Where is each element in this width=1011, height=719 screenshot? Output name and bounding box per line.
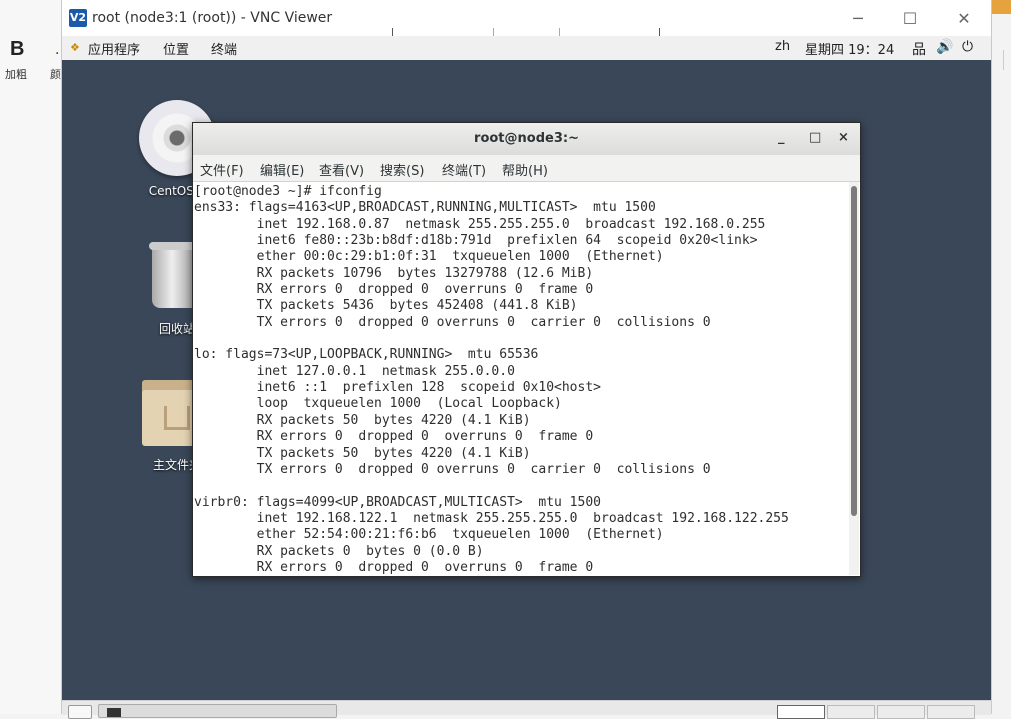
- host-divider: [1003, 50, 1004, 70]
- vnc-window-title: root (node3:1 (root)) - VNC Viewer: [92, 10, 333, 26]
- host-partial-button[interactable]: .: [55, 42, 59, 58]
- places-menu[interactable]: 位置: [163, 39, 189, 58]
- gnome-bottom-bar: [62, 700, 991, 719]
- gnome-top-bar: ❖ 应用程序 位置 终端 zh 星期四 19：24 品 🔊 ⏻: [62, 36, 991, 61]
- terminal-menubar: 文件(F) 编辑(E) 查看(V) 搜索(S) 终端(T) 帮助(H): [193, 155, 860, 182]
- power-icon[interactable]: ⏻: [962, 39, 973, 55]
- terminal-titlebar[interactable]: root@node3:~ _ □ ×: [193, 123, 860, 156]
- vnc-viewer-window: V2 root (node3:1 (root)) - VNC Viewer ─ …: [61, 0, 992, 719]
- terminal-maximize-button[interactable]: □: [809, 130, 821, 145]
- vnc-minimize-button[interactable]: ─: [836, 6, 880, 30]
- menu-file[interactable]: 文件(F): [200, 160, 244, 179]
- menu-view[interactable]: 查看(V): [319, 160, 364, 179]
- network-icon[interactable]: 品: [912, 39, 926, 59]
- terminal-output[interactable]: [root@node3 ~]# ifconfig ens33: flags=41…: [193, 182, 848, 575]
- input-language-indicator[interactable]: zh: [775, 39, 790, 54]
- minimize-icon: ─: [853, 8, 863, 28]
- bold-label: 加粗: [5, 68, 27, 81]
- host-app-strip: B 加粗 . 颜: [0, 0, 61, 714]
- scrollbar-thumb[interactable]: [851, 186, 857, 516]
- terminal-title: root@node3:~: [474, 131, 579, 146]
- menu-search[interactable]: 搜索(S): [380, 160, 424, 179]
- terminal-close-button[interactable]: ×: [838, 130, 849, 145]
- vnc-logo-icon: V2: [69, 9, 87, 27]
- terminal-menu[interactable]: 终端: [211, 39, 237, 58]
- terminal-text[interactable]: [root@node3 ~]# ifconfig ens33: flags=41…: [193, 182, 848, 575]
- terminal-scrollbar[interactable]: [849, 182, 859, 575]
- workspace-2[interactable]: [827, 705, 875, 719]
- menu-help[interactable]: 帮助(H): [502, 160, 548, 179]
- workspace-4[interactable]: [927, 705, 975, 719]
- workspace-3[interactable]: [877, 705, 925, 719]
- taskbar-window-item[interactable]: [98, 704, 337, 718]
- workspace-1[interactable]: [777, 705, 825, 719]
- terminal-icon: [107, 708, 121, 717]
- clock[interactable]: 星期四 19：24: [805, 39, 894, 58]
- close-icon: ✕: [957, 8, 971, 28]
- bold-button[interactable]: B: [10, 38, 24, 61]
- menu-terminal[interactable]: 终端(T): [442, 160, 486, 179]
- terminal-window: root@node3:~ _ □ × 文件(F) 编辑(E) 查看(V) 搜索(…: [192, 122, 861, 577]
- applications-menu[interactable]: 应用程序: [88, 39, 140, 58]
- volume-icon[interactable]: 🔊: [936, 39, 953, 55]
- terminal-minimize-button[interactable]: _: [778, 130, 785, 145]
- vnc-close-button[interactable]: ✕: [942, 6, 986, 30]
- show-desktop-button[interactable]: [68, 705, 92, 719]
- host-partial-label: 颜: [50, 68, 61, 81]
- vnc-maximize-button[interactable]: ☐: [888, 6, 932, 30]
- host-corner-badge: [990, 0, 1011, 14]
- applications-icon: ❖: [70, 41, 80, 54]
- maximize-icon: ☐: [902, 8, 918, 28]
- menu-edit[interactable]: 编辑(E): [260, 160, 304, 179]
